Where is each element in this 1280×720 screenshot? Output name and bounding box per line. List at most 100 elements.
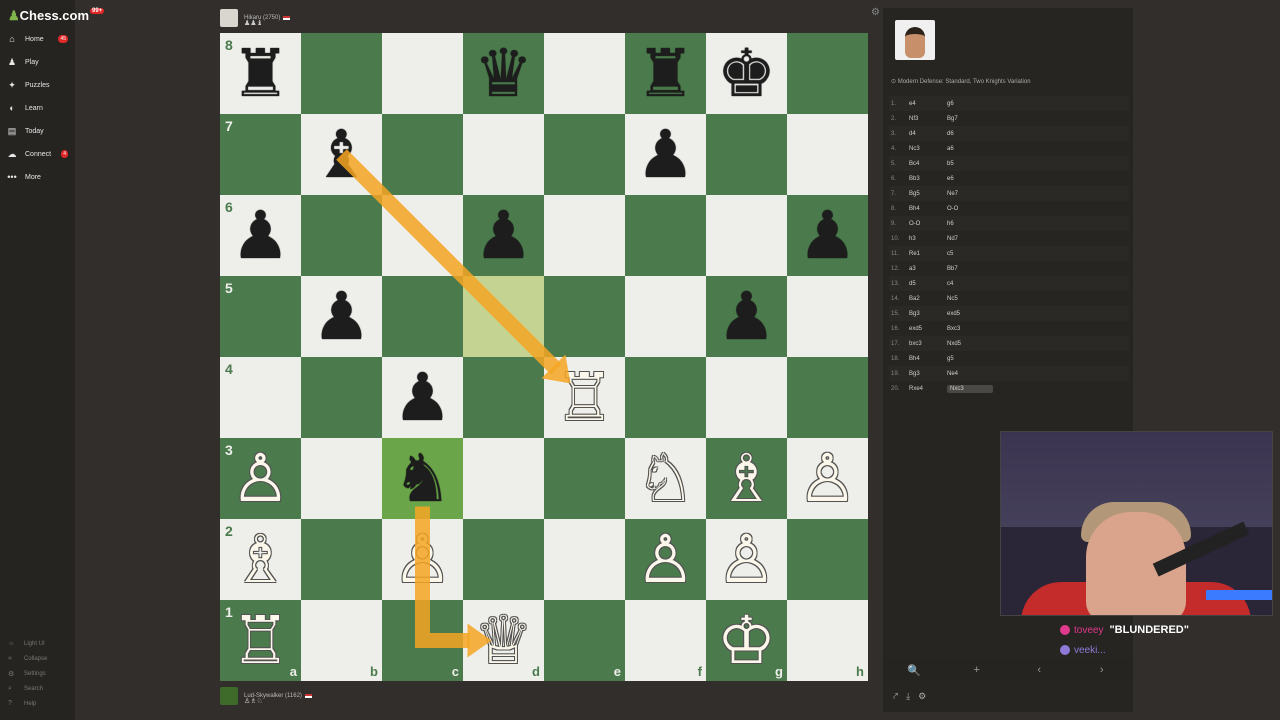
square-b1[interactable]: b	[301, 600, 382, 681]
footer-item-collapse[interactable]: « Collapse	[8, 655, 47, 662]
square-f1[interactable]: f	[625, 600, 706, 681]
black-move[interactable]: Bxc3	[947, 326, 987, 332]
nav-item-home[interactable]: ⌂ Home 45	[6, 30, 72, 48]
black-queen-icon[interactable]: ♛	[463, 33, 544, 114]
white-move[interactable]: Bc4	[909, 161, 947, 167]
square-h7[interactable]	[787, 114, 868, 195]
black-pawn-icon[interactable]: ♟	[787, 195, 868, 276]
white-move[interactable]: h3	[909, 236, 947, 242]
square-d2[interactable]	[463, 519, 544, 600]
square-a1[interactable]: 1 a ♖	[220, 600, 301, 681]
square-c1[interactable]: c	[382, 600, 463, 681]
nav-item-puzzles[interactable]: ✦ Puzzles	[6, 76, 72, 94]
square-a3[interactable]: 3 ♙	[220, 438, 301, 519]
black-move[interactable]: c4	[947, 281, 987, 287]
nav-item-learn[interactable]: ◐ Learn	[6, 99, 72, 117]
square-d3[interactable]	[463, 438, 544, 519]
square-c8[interactable]	[382, 33, 463, 114]
square-g5[interactable]: ♟	[706, 276, 787, 357]
black-pawn-icon[interactable]: ♟	[463, 195, 544, 276]
square-h1[interactable]: h	[787, 600, 868, 681]
square-e3[interactable]	[544, 438, 625, 519]
black-move[interactable]: Nxc3	[947, 384, 993, 393]
square-c5[interactable]	[382, 276, 463, 357]
white-move[interactable]: Rxe4	[909, 386, 947, 392]
square-c3[interactable]: ♞	[382, 438, 463, 519]
square-g2[interactable]: ♙	[706, 519, 787, 600]
square-g1[interactable]: g ♔	[706, 600, 787, 681]
square-a7[interactable]: 7	[220, 114, 301, 195]
white-pawn-icon[interactable]: ♙	[625, 519, 706, 600]
white-move[interactable]: Bg5	[909, 191, 947, 197]
chat-username[interactable]: toveey	[1074, 625, 1103, 636]
square-c6[interactable]	[382, 195, 463, 276]
black-bishop-icon[interactable]: ♝	[301, 114, 382, 195]
avatar[interactable]	[220, 9, 238, 27]
black-move[interactable]: h6	[947, 221, 987, 227]
black-move[interactable]: Nxd5	[947, 341, 987, 347]
square-f6[interactable]	[625, 195, 706, 276]
white-bishop-icon[interactable]: ♗	[220, 519, 301, 600]
black-move[interactable]: Ne4	[947, 371, 987, 377]
white-pawn-icon[interactable]: ♙	[706, 519, 787, 600]
square-g3[interactable]: ♗	[706, 438, 787, 519]
nav-item-connect[interactable]: ☁ Connect 4	[6, 145, 72, 163]
square-f7[interactable]: ♟	[625, 114, 706, 195]
settings-icon[interactable]: ⚙	[918, 691, 926, 702]
square-e1[interactable]: e	[544, 600, 625, 681]
chess-board[interactable]: 8 ♜ ♛ ♜ ♚ 7 ♝ ♟ 6 ♟ ♟ ♟ 5 ♟ ♟ 4 ♟ ♖ 3 ♙ ♞ ♘ ♗ ♙ 2 ♗ ♙ ♙ ♙ 1 a ♖ b c d ♕ e f g ♔…	[220, 33, 868, 681]
square-g8[interactable]: ♚	[706, 33, 787, 114]
square-h3[interactable]: ♙	[787, 438, 868, 519]
black-move[interactable]: Bb7	[947, 266, 987, 272]
black-knight-icon[interactable]: ♞	[382, 438, 463, 519]
square-d1[interactable]: d ♕	[463, 600, 544, 681]
square-h8[interactable]	[787, 33, 868, 114]
square-e4[interactable]: ♖	[544, 357, 625, 438]
square-d8[interactable]: ♛	[463, 33, 544, 114]
white-move[interactable]: a3	[909, 266, 947, 272]
black-move[interactable]: exd5	[947, 311, 987, 317]
white-move[interactable]: O-O	[909, 221, 947, 227]
square-h6[interactable]: ♟	[787, 195, 868, 276]
black-move[interactable]: Nc5	[947, 296, 987, 302]
square-e6[interactable]	[544, 195, 625, 276]
white-move[interactable]: Ba2	[909, 296, 947, 302]
chess-logo[interactable]: ♟Chess.com 99+	[8, 8, 105, 24]
black-move[interactable]: a6	[947, 146, 987, 152]
black-rook-icon[interactable]: ♜	[220, 33, 301, 114]
square-b8[interactable]	[301, 33, 382, 114]
square-d6[interactable]: ♟	[463, 195, 544, 276]
nav-item-today[interactable]: ▤ Today	[6, 122, 72, 140]
footer-item-settings[interactable]: ⚙ Settings	[8, 670, 46, 678]
white-queen-icon[interactable]: ♕	[463, 600, 544, 681]
black-move[interactable]: O-O	[947, 206, 987, 212]
square-b6[interactable]	[301, 195, 382, 276]
square-a8[interactable]: 8 ♜	[220, 33, 301, 114]
white-move[interactable]: Bh4	[909, 206, 947, 212]
white-move[interactable]: Nf3	[909, 116, 947, 122]
white-rook-icon[interactable]: ♖	[544, 357, 625, 438]
nav-item-play[interactable]: ♟ Play	[6, 53, 72, 71]
white-move[interactable]: Bh4	[909, 356, 947, 362]
square-f5[interactable]	[625, 276, 706, 357]
white-move[interactable]: Bg3	[909, 311, 947, 317]
square-b2[interactable]	[301, 519, 382, 600]
black-move[interactable]: b5	[947, 161, 987, 167]
avatar[interactable]	[220, 687, 238, 705]
prev-move-icon[interactable]: ‹	[1008, 664, 1071, 676]
square-h4[interactable]	[787, 357, 868, 438]
square-b3[interactable]	[301, 438, 382, 519]
square-f2[interactable]: ♙	[625, 519, 706, 600]
square-c2[interactable]: ♙	[382, 519, 463, 600]
black-move[interactable]: c5	[947, 251, 987, 257]
square-e2[interactable]	[544, 519, 625, 600]
square-b4[interactable]	[301, 357, 382, 438]
white-rook-icon[interactable]: ♖	[220, 600, 301, 681]
download-icon[interactable]: ⤓	[906, 691, 910, 702]
white-move[interactable]: exd5	[909, 326, 947, 332]
nav-item-more[interactable]: ••• More	[6, 168, 72, 186]
white-pawn-icon[interactable]: ♙	[787, 438, 868, 519]
white-bishop-icon[interactable]: ♗	[706, 438, 787, 519]
black-pawn-icon[interactable]: ♟	[301, 276, 382, 357]
square-g7[interactable]	[706, 114, 787, 195]
